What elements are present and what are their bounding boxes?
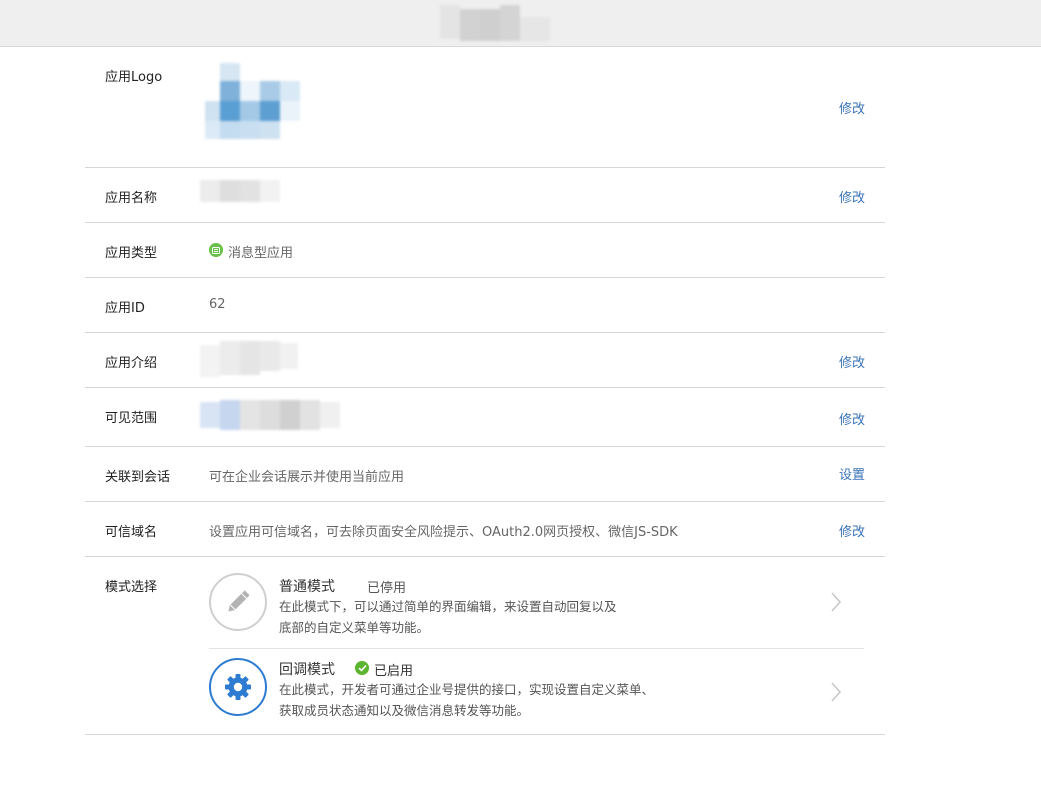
edit-intro-link[interactable]: 修改 <box>839 352 865 371</box>
type-label: 应用类型 <box>105 246 158 261</box>
name-row: 应用名称 修改 <box>85 168 885 223</box>
logo-row: 应用Logo 修改 <box>85 47 885 168</box>
callback-mode-title: 回调模式 <box>279 662 335 678</box>
session-row: 关联到会话 可在企业会话展示并使用当前应用 设置 <box>85 447 885 502</box>
type-value: 消息型应用 <box>228 246 294 261</box>
normal-mode-item[interactable]: 普通模式 已停用 在此模式下，可以通过简单的界面编辑，来设置自动回复以及 底部的… <box>209 569 864 649</box>
callback-mode-item[interactable]: 回调模式 已启用 在此模式，开发者可通过企业号提供的接口，实现设置自定义菜单、 … <box>209 649 864 729</box>
redacted-name <box>200 180 280 202</box>
type-row: 应用类型 消息型应用 <box>85 223 885 278</box>
pencil-icon <box>228 590 250 612</box>
chevron-right-icon <box>831 682 842 702</box>
name-label: 应用名称 <box>105 191 158 206</box>
edit-logo-link[interactable]: 修改 <box>839 98 865 117</box>
id-label: 应用ID <box>105 301 145 316</box>
normal-mode-desc-line1: 在此模式下，可以通过简单的界面编辑，来设置自动回复以及 <box>279 599 617 614</box>
intro-row: 应用介绍 修改 <box>85 333 885 388</box>
normal-mode-status: 已停用 <box>367 581 407 596</box>
id-row: 应用ID 62 <box>85 278 885 333</box>
logo-label: 应用Logo <box>105 70 163 85</box>
id-value: 62 <box>209 297 226 312</box>
edit-domain-link[interactable]: 修改 <box>839 521 865 540</box>
session-value: 可在企业会话展示并使用当前应用 <box>209 470 405 485</box>
scope-label: 可见范围 <box>105 411 158 426</box>
session-label: 关联到会话 <box>105 470 171 485</box>
callback-mode-icon-circle <box>209 658 267 716</box>
callback-mode-desc-line2: 获取成员状态通知以及微信消息转发等功能。 <box>279 703 530 718</box>
check-circle-icon <box>355 661 369 675</box>
redacted-intro <box>200 341 300 379</box>
domain-row: 可信域名 设置应用可信域名，可去除页面安全风险提示、OAuth2.0网页授权、微… <box>85 502 885 557</box>
message-type-icon <box>209 243 223 257</box>
mode-label: 模式选择 <box>105 580 158 595</box>
redacted-title <box>440 5 550 43</box>
normal-mode-title: 普通模式 <box>279 579 335 595</box>
normal-mode-desc-line2: 底部的自定义菜单等功能。 <box>279 620 430 635</box>
edit-name-link[interactable]: 修改 <box>839 187 865 206</box>
intro-label: 应用介绍 <box>105 356 158 371</box>
gear-icon <box>225 674 251 700</box>
callback-mode-desc-line1: 在此模式，开发者可通过企业号提供的接口，实现设置自定义菜单、 <box>279 682 655 697</box>
domain-value: 设置应用可信域名，可去除页面安全风险提示、OAuth2.0网页授权、微信JS-S… <box>209 525 678 540</box>
chevron-right-icon <box>831 592 842 612</box>
session-settings-link[interactable]: 设置 <box>839 464 865 483</box>
callback-mode-status: 已启用 <box>374 664 414 679</box>
app-logo <box>200 63 300 143</box>
scope-row: 可见范围 修改 <box>85 388 885 447</box>
domain-label: 可信域名 <box>105 525 158 540</box>
edit-scope-link[interactable]: 修改 <box>839 409 865 428</box>
normal-mode-icon-circle <box>209 573 267 631</box>
redacted-scope <box>200 400 340 430</box>
top-bar <box>0 0 1041 47</box>
mode-row: 模式选择 普通模式 已停用 在此模式下，可以通过简单的界面编辑，来设置自动回复以… <box>85 557 885 735</box>
